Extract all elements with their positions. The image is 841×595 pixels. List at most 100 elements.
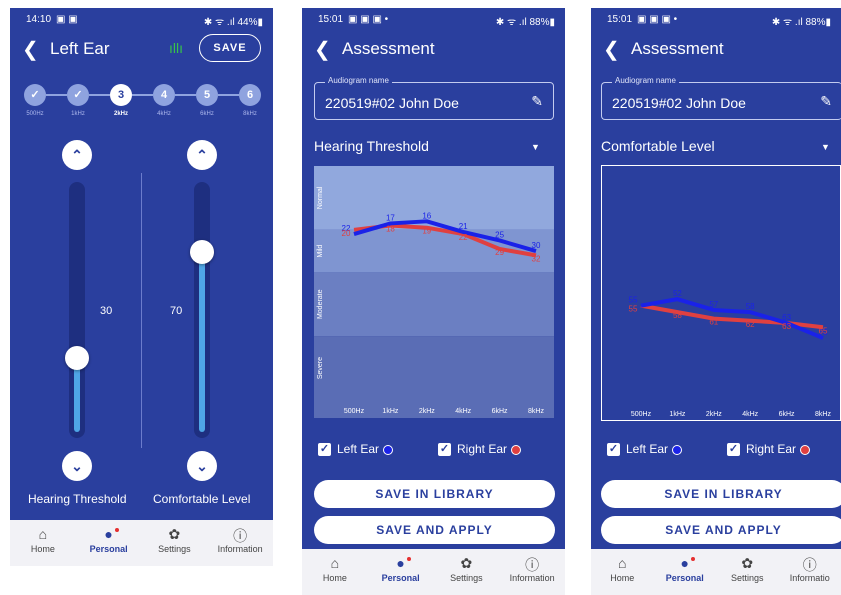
status-time: 15:01: [318, 14, 344, 25]
audiogram-name-value: 220519#02 John Doe: [325, 95, 459, 111]
page-title: Left Ear: [50, 39, 110, 58]
app-bar: ❮ Left Ear ıllı SAVE: [10, 32, 273, 68]
chart-type-dropdown[interactable]: Hearing Threshold: [314, 138, 429, 154]
threshold-slider-track[interactable]: [69, 182, 85, 438]
frequency-step[interactable]: 5: [196, 84, 218, 106]
frequency-label: 2kHz: [113, 111, 128, 117]
nav-information[interactable]: ⓘ Information: [502, 555, 562, 583]
status-time: 15:01: [607, 14, 633, 25]
threshold-up-button[interactable]: ⌃: [62, 140, 92, 170]
stepper-connector: [132, 94, 153, 96]
right-ear-checkbox[interactable]: ✓: [438, 443, 451, 457]
right-ear-dot: [800, 444, 811, 455]
back-arrow-icon[interactable]: ❮: [314, 37, 331, 62]
right-ear-checkbox[interactable]: ✓: [727, 443, 740, 457]
frequency-step[interactable]: 4: [153, 84, 175, 106]
back-arrow-icon[interactable]: ❮: [603, 37, 620, 62]
nav-home[interactable]: ⌂ Home: [592, 555, 652, 583]
nav-settings[interactable]: ✿ Settings: [436, 555, 496, 583]
right-ear-dot: [511, 444, 522, 455]
bottom-nav: ⌂ Home ● Personal ✿ Settings ⓘ Information: [302, 549, 565, 595]
left-ear-toggle[interactable]: ✓ Left Ear: [318, 442, 394, 457]
data-label: 55: [629, 296, 638, 305]
audiogram-name-legend: Audiogram name: [325, 76, 392, 85]
edit-pencil-icon[interactable]: ✎: [531, 93, 543, 110]
comfortable-slider-thumb[interactable]: [190, 240, 214, 265]
data-label: 30: [532, 241, 541, 250]
threshold-slider-thumb[interactable]: [65, 346, 89, 370]
data-label: 65: [819, 326, 828, 335]
save-button[interactable]: SAVE: [199, 34, 261, 62]
nav-information[interactable]: ⓘ Informatio: [780, 555, 840, 583]
right-ear-toggle[interactable]: ✓ Right Ear: [727, 442, 811, 457]
save-in-library-button[interactable]: SAVE IN LIBRARY: [601, 480, 841, 508]
comfortable-up-button[interactable]: ⌃: [187, 140, 217, 170]
save-and-apply-button[interactable]: SAVE AND APPLY: [314, 516, 555, 544]
band-label: Mild: [317, 245, 324, 258]
nav-label: Settings: [450, 573, 483, 583]
save-and-apply-button[interactable]: SAVE AND APPLY: [601, 516, 841, 544]
audiogram-name-value: 220519#02 John Doe: [612, 95, 746, 111]
person-icon: ●: [104, 526, 113, 542]
home-icon: ⌂: [618, 555, 627, 571]
chevron-up-icon: ⌃: [71, 147, 83, 163]
band-normal: [314, 166, 554, 230]
data-label: 18: [386, 225, 395, 234]
audiogram-name-field[interactable]: Audiogram name 220519#02 John Doe ✎: [314, 76, 554, 120]
step-done-check-icon[interactable]: ✓: [24, 84, 46, 106]
save-in-library-button[interactable]: SAVE IN LIBRARY: [314, 480, 555, 508]
right-ear-toggle[interactable]: ✓ Right Ear: [438, 442, 522, 457]
page-title: Assessment: [342, 39, 435, 58]
edit-pencil-icon[interactable]: ✎: [820, 93, 832, 110]
info-icon: ⓘ: [525, 557, 540, 573]
back-arrow-icon[interactable]: ❮: [22, 37, 39, 62]
left-ear-screen: 14:10 ▣ ▣ ✱ ᯤ .ıl 44%▮ ❮ Left Ear ıllı S…: [10, 8, 273, 566]
assessment-screen-comfortable: 15:01 ▣ ▣ ▣ • ✱ ᯤ .ıl 88%▮ ❮ Assessment …: [591, 8, 841, 595]
data-label: 63: [782, 322, 791, 331]
left-ear-checkbox[interactable]: ✓: [318, 443, 331, 457]
dropdown-arrow-icon[interactable]: ▼: [531, 142, 540, 152]
nav-personal[interactable]: ● Personal: [655, 555, 715, 583]
x-tick-label: 6kHz: [492, 408, 508, 415]
step-done-check-icon[interactable]: ✓: [67, 84, 89, 106]
nav-label: Settings: [158, 544, 191, 554]
nav-personal[interactable]: ● Personal: [371, 555, 431, 583]
frequency-step[interactable]: 3: [110, 84, 132, 106]
data-label: 55: [629, 305, 638, 314]
chart-type-dropdown[interactable]: Comfortable Level: [601, 138, 715, 154]
data-label: 21: [459, 222, 468, 231]
nav-personal[interactable]: ● Personal: [79, 526, 139, 554]
x-tick-label: 500Hz: [631, 411, 652, 418]
series-line-right-ear: [640, 303, 824, 330]
comfortable-down-button[interactable]: ⌄: [187, 451, 217, 481]
stepper-connector: [89, 94, 110, 96]
nav-settings[interactable]: ✿ Settings: [717, 555, 777, 583]
chart-frame: [601, 165, 841, 421]
left-ear-toggle[interactable]: ✓ Left Ear: [607, 442, 683, 457]
frequency-step[interactable]: 6: [239, 84, 261, 106]
nav-information[interactable]: ⓘ Information: [210, 526, 270, 554]
band-label: Severe: [317, 357, 324, 379]
right-ear-label: Right Ear: [457, 442, 508, 456]
data-label: 25: [495, 230, 504, 239]
band-label: Normal: [317, 186, 324, 209]
data-label: 58: [746, 302, 755, 311]
audiogram-name-field[interactable]: Audiogram name 220519#02 John Doe ✎: [601, 76, 841, 120]
audiogram-name-legend: Audiogram name: [612, 76, 679, 85]
dropdown-arrow-icon[interactable]: ▼: [821, 142, 830, 152]
hearing-threshold-chart: Normal Mild Moderate Severe 500Hz 1kHz 2kHz 4kH…: [314, 166, 554, 418]
status-right: ✱ ᯤ .ıl 44%▮: [203, 17, 263, 28]
frequency-label: 8kHz: [243, 111, 257, 117]
chevron-down-icon: ⌄: [71, 458, 83, 474]
threshold-down-button[interactable]: ⌄: [62, 451, 92, 481]
stepper-connector: [46, 94, 67, 96]
data-label: 63: [782, 313, 791, 322]
home-icon: ⌂: [330, 555, 340, 571]
home-icon: ⌂: [38, 526, 48, 542]
nav-settings[interactable]: ✿ Settings: [144, 526, 204, 554]
comfortable-slider-track[interactable]: [194, 182, 210, 438]
status-time: 14:10: [26, 14, 52, 25]
left-ear-checkbox[interactable]: ✓: [607, 443, 620, 457]
nav-home[interactable]: ⌂ Home: [13, 526, 73, 554]
nav-home[interactable]: ⌂ Home: [305, 555, 365, 583]
